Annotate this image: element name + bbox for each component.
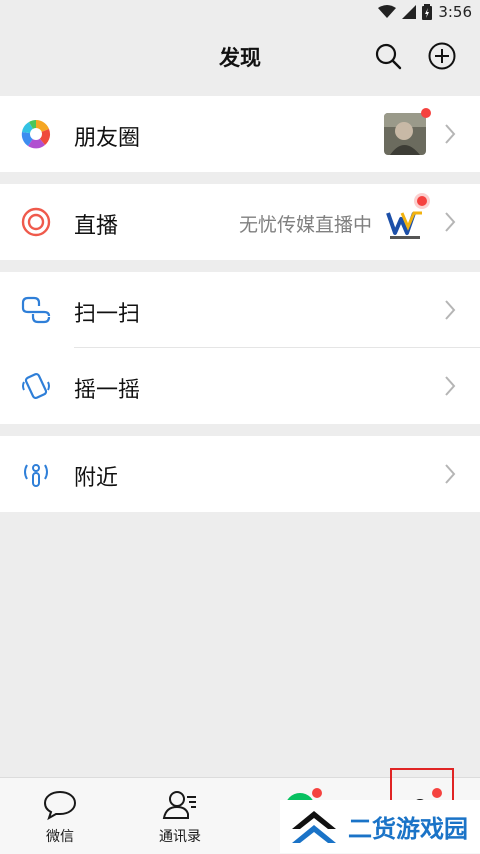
wifi-icon [378,5,397,18]
tab-chats[interactable]: 微信 [0,778,120,854]
moments-aperture-icon [21,120,51,149]
status-bar: 3:56 [0,0,480,24]
scan-icon [21,296,51,324]
tab-chats-label: 微信 [46,829,74,845]
live-row[interactable]: 直播 无忧传媒直播中 [0,184,480,260]
page-header: 发现 [0,24,480,94]
contacts-icon [162,791,196,819]
live-label: 直播 [74,214,119,239]
tools-group: 扫一扫 摇一摇 [0,272,480,424]
watermark-text: 二货游戏园 [348,815,468,843]
clock-time: 3:56 [438,3,472,21]
nearby-people-icon [24,464,48,487]
nearby-row[interactable]: 附近 [0,436,480,512]
chevron-right-icon [445,464,456,484]
signal-icon [402,5,417,19]
watermark: 二货游戏园 [280,800,480,853]
live-group: 直播 无忧传媒直播中 [0,184,480,260]
moments-row[interactable]: 朋友圈 [0,96,480,172]
shake-row[interactable]: 摇一摇 [0,348,480,424]
live-broadcast-icon [21,207,51,237]
nearby-label: 附近 [74,466,119,491]
live-indicator-dot [417,196,427,206]
moments-label: 朋友圈 [74,126,141,151]
live-status-text: 无忧传媒直播中 [238,214,372,236]
chevron-right-icon [445,300,456,320]
tab-contacts[interactable]: 通讯录 [120,778,240,854]
shake-label: 摇一摇 [74,378,141,403]
chevron-right-icon [445,212,456,232]
moments-avatar-thumbnail [384,113,426,155]
scan-label: 扫一扫 [74,302,141,327]
chevron-right-icon [445,376,456,396]
chat-bubble-icon [43,790,77,821]
scan-row[interactable]: 扫一扫 [0,272,480,348]
watermark-logo [292,810,336,843]
moments-group: 朋友圈 [0,96,480,172]
shake-phone-icon [22,372,50,400]
add-icon[interactable] [426,40,458,72]
tab-contacts-label: 通讯录 [159,829,201,845]
page-title: 发现 [219,46,261,70]
discover-notification-dot [312,788,322,798]
battery-icon [422,4,433,20]
search-icon[interactable] [372,40,404,72]
live-channel-logo [384,201,426,243]
moments-notification-dot [421,108,431,118]
chevron-right-icon [445,124,456,144]
nearby-group: 附近 [0,436,480,512]
